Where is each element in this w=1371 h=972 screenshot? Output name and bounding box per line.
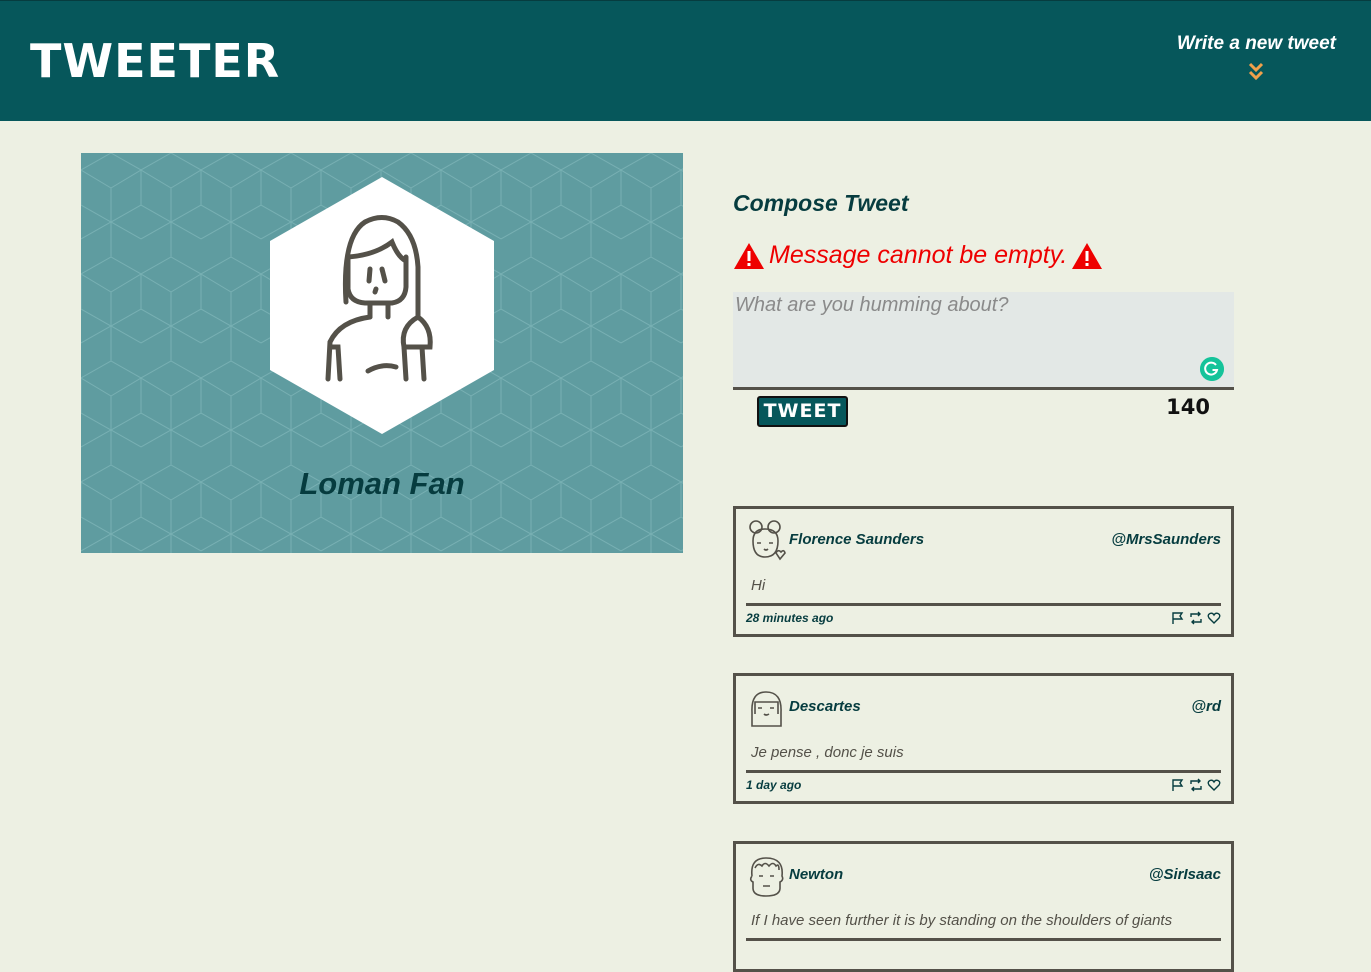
tweet-textarea[interactable] — [733, 292, 1234, 387]
tweet-divider — [746, 938, 1221, 941]
flag-icon[interactable] — [1171, 611, 1185, 625]
tweet-body: Hi — [751, 577, 766, 594]
profile-name: Loman Fan — [299, 466, 465, 501]
heart-icon[interactable] — [1207, 611, 1221, 625]
error-text: Message cannot be empty. — [769, 241, 1068, 269]
top-nav: TWEETER Write a new tweet — [0, 0, 1371, 121]
write-new-tweet-toggle[interactable]: Write a new tweet — [1177, 33, 1336, 81]
warning-icon — [734, 242, 764, 269]
tweet-submit-button[interactable]: TWEET — [757, 396, 848, 427]
retweet-icon[interactable] — [1189, 778, 1203, 792]
user-avatar-icon — [749, 520, 786, 561]
tweet-divider — [746, 603, 1221, 606]
tweet-author-name: Newton — [789, 866, 844, 883]
warning-icon — [1072, 242, 1103, 269]
tweet-actions — [1171, 611, 1221, 625]
tweet-author-handle: @SirIsaac — [1148, 866, 1221, 883]
tweet-body: If I have seen further it is by standing… — [751, 912, 1173, 929]
flag-icon[interactable] — [1171, 778, 1185, 792]
tweet-divider — [746, 770, 1221, 773]
error-message: Message cannot be empty. — [733, 241, 1234, 270]
retweet-icon[interactable] — [1189, 611, 1203, 625]
compose-title: Compose Tweet — [733, 190, 909, 216]
write-new-tweet-label: Write a new tweet — [1176, 33, 1336, 54]
profile-avatar — [270, 177, 494, 434]
tweet-author-name: Florence Saunders — [789, 531, 925, 548]
compose-actions: TWEET 140 — [733, 390, 1234, 430]
tweet-body: Je pense , donc je suis — [751, 744, 904, 761]
tweet-card: Florence Saunders @MrsSaunders Hi 28 min… — [733, 506, 1234, 637]
grammarly-icon[interactable] — [1200, 357, 1224, 381]
tweet-author-handle: @rd — [1191, 698, 1221, 715]
user-avatar-icon — [749, 857, 784, 897]
heart-icon[interactable] — [1207, 778, 1221, 792]
tweet-author-handle: @MrsSaunders — [1111, 531, 1221, 548]
double-chevron-down-icon — [1249, 62, 1264, 81]
compose-section: Compose Tweet Message cannot be empty. T… — [733, 190, 1234, 430]
tweet-actions — [1171, 778, 1221, 792]
tweet-card: Newton @SirIsaac If I have seen further … — [733, 841, 1234, 972]
tweet-timestamp: 1 day ago — [746, 778, 802, 792]
brand-logo: TWEETER — [30, 34, 281, 88]
tweet-textarea-container — [733, 292, 1234, 390]
user-avatar-icon — [751, 691, 782, 727]
tweet-timestamp: 28 minutes ago — [746, 611, 834, 625]
tweet-card: Descartes @rd Je pense , donc je suis 1 … — [733, 673, 1234, 804]
profile-card: Loman Fan — [81, 153, 683, 553]
tweet-author-name: Descartes — [789, 698, 861, 715]
character-counter: 140 — [1166, 395, 1210, 419]
